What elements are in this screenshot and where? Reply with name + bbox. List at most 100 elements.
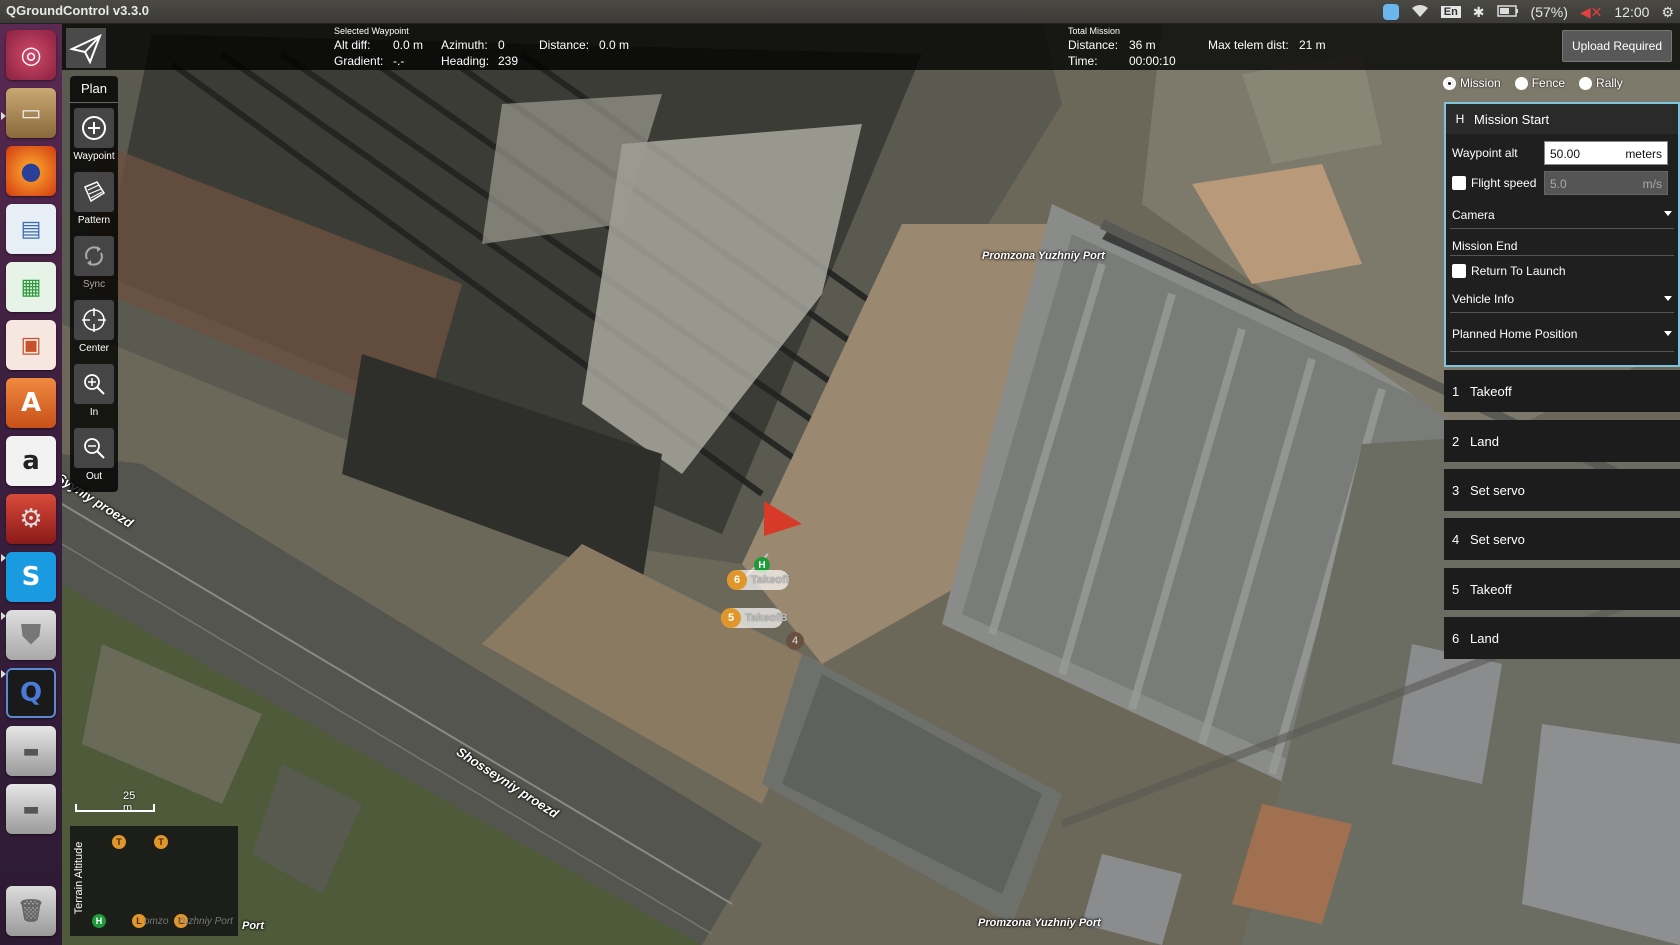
dropdown-arrow-icon <box>1664 211 1672 216</box>
writer-icon[interactable]: ▤ <box>6 204 56 254</box>
selected-waypoint-heading: Selected Waypoint <box>334 26 409 36</box>
terrain-home-marker[interactable]: H <box>92 914 106 928</box>
toolbar-title: Plan <box>70 76 118 103</box>
item-number: 6 <box>1452 631 1460 646</box>
return-to-launch-checkbox[interactable] <box>1452 264 1466 278</box>
plan-header: Selected Waypoint Alt diff: 0.0 m Gradie… <box>62 24 1680 70</box>
mission-end-section: Mission End <box>1450 229 1674 256</box>
flight-speed-checkbox[interactable] <box>1452 176 1466 190</box>
app-indicator-icon[interactable] <box>1382 4 1399 20</box>
terrain-takeoff-marker[interactable]: T <box>154 835 168 849</box>
terrain-takeoff-marker[interactable]: T <box>112 835 126 849</box>
mode-rally-radio[interactable]: Rally <box>1579 76 1623 90</box>
item-number: 1 <box>1452 384 1460 399</box>
impress-icon[interactable]: ▣ <box>6 320 56 370</box>
section-label: Camera <box>1452 208 1495 222</box>
item-number: 3 <box>1452 483 1460 498</box>
azimuth-value: 0 <box>498 38 505 52</box>
vehicle-info-section-toggle[interactable]: Vehicle Info <box>1450 286 1674 313</box>
mission-item[interactable]: 2 Land <box>1444 420 1680 462</box>
time-label: Time: <box>1068 54 1098 68</box>
max-telem-value: 21 m <box>1299 38 1326 52</box>
mode-fence-radio[interactable]: Fence <box>1514 76 1565 90</box>
upload-required-button[interactable]: Upload Required <box>1562 30 1672 62</box>
center-tool-button[interactable]: Center <box>70 296 118 358</box>
software-center-icon[interactable]: A <box>6 378 56 428</box>
keyboard-layout-indicator[interactable]: En <box>1440 6 1461 18</box>
satellite-map[interactable]: Promzona Yuzhniy Port Shosseyniy proezd … <box>62 24 1680 945</box>
settings-gear-icon[interactable]: ⚙ <box>1661 4 1674 21</box>
alt-diff-label: Alt diff: <box>334 38 371 52</box>
home-badge: H <box>1455 112 1465 126</box>
flight-speed-input[interactable]: 5.0 m/s <box>1544 171 1668 195</box>
sync-tool-button[interactable]: Sync <box>70 232 118 294</box>
mission-item[interactable]: 6 Land <box>1444 617 1680 659</box>
section-label: Mission End <box>1452 239 1518 253</box>
waypoint-alt-row: Waypoint alt 50.00 meters <box>1450 138 1674 168</box>
files-icon[interactable]: ▭ <box>6 88 56 138</box>
fly-view-button[interactable] <box>66 28 106 68</box>
battery-icon[interactable] <box>1496 4 1519 20</box>
trash-icon[interactable]: 🗑 <box>6 886 56 936</box>
tool-label: Sync <box>82 279 106 290</box>
wifi-icon[interactable] <box>1411 4 1429 21</box>
camera-section-toggle[interactable]: Camera <box>1450 198 1674 229</box>
mission-item[interactable]: 4 Set servo <box>1444 518 1680 560</box>
system-tray: En ✱ (57%) ◀✕ 12:00 ⚙ <box>1382 2 1674 22</box>
total-mission-heading: Total Mission <box>1068 26 1121 36</box>
item-command: Land <box>1470 631 1499 646</box>
waypoint-alt-input[interactable]: 50.00 meters <box>1544 141 1668 165</box>
waypoint-tool-button[interactable]: Waypoint <box>70 104 118 166</box>
drive-icon-2[interactable]: ▬ <box>6 784 56 834</box>
mission-start-header[interactable]: H Mission Start <box>1446 104 1678 134</box>
terrain-map-overlay-text: omzo Yuzhniy Port <box>144 916 233 927</box>
skype-icon[interactable]: S <box>6 552 56 602</box>
heading-value: 239 <box>498 54 519 68</box>
zoom-in-button[interactable]: In <box>70 360 118 422</box>
pattern-icon <box>74 172 114 212</box>
waypoint-alt-label: Waypoint alt <box>1452 146 1518 160</box>
zoom-out-icon <box>74 428 114 468</box>
mission-item[interactable]: 1 Takeoff <box>1444 370 1680 412</box>
firefox-icon[interactable]: ● <box>6 146 56 196</box>
tool-label: Out <box>85 471 103 482</box>
system-settings-icon[interactable]: ⚙ <box>6 494 56 544</box>
map-label: Promzona Yuzhniy Port <box>982 250 1105 262</box>
item-command: Set servo <box>1470 532 1525 547</box>
drive-icon[interactable]: ▬ <box>6 726 56 776</box>
tool-label: Waypoint <box>73 151 115 162</box>
plan-toolbar: Plan Waypoint Pattern Sync Center In Out <box>70 76 118 492</box>
app-launcher: ◎ ▭ ● ▤ ▦ ▣ A a ⚙ S ⛊ Q ▬ ▬ 🗑 <box>0 24 62 945</box>
waypoint-marker-5[interactable]: 5 TakeofB <box>721 608 788 628</box>
dropdown-arrow-icon <box>1664 296 1672 301</box>
system-top-bar: QGroundControl v3.3.0 En ✱ (57%) ◀✕ 12:0… <box>0 0 1680 24</box>
mission-start-title: Mission Start <box>1474 111 1550 127</box>
mission-item[interactable]: 5 Takeoff <box>1444 568 1680 610</box>
bluetooth-icon[interactable]: ✱ <box>1473 4 1485 21</box>
flight-speed-row: Flight speed 5.0 m/s <box>1450 168 1674 198</box>
clock[interactable]: 12:00 <box>1614 4 1649 20</box>
section-label: Vehicle Info <box>1452 292 1515 306</box>
zoom-out-button[interactable]: Out <box>70 424 118 486</box>
qgroundcontrol-icon[interactable]: Q <box>6 668 56 718</box>
planned-home-section-toggle[interactable]: Planned Home Position <box>1450 313 1674 352</box>
pattern-tool-button[interactable]: Pattern <box>70 168 118 230</box>
distance-value: 0.0 m <box>599 38 630 52</box>
waypoint-marker-6[interactable]: 6 Takeoff <box>727 570 789 590</box>
mode-mission-radio[interactable]: Mission <box>1443 76 1501 90</box>
shield-icon[interactable]: ⛊ <box>6 610 56 660</box>
radio-icon <box>1579 76 1593 90</box>
dash-ubuntu-icon[interactable]: ◎ <box>6 30 56 80</box>
return-to-launch-row: Return To Launch <box>1450 256 1674 286</box>
amazon-icon[interactable]: a <box>6 436 56 486</box>
distance-label: Distance: <box>539 38 590 52</box>
window-title: QGroundControl v3.3.0 <box>6 3 150 18</box>
waypoint-label: TakeofB <box>745 612 788 624</box>
mission-item[interactable]: 3 Set servo <box>1444 469 1680 511</box>
waypoint-marker-4[interactable]: 4 <box>786 632 804 650</box>
max-telem-label: Max telem dist: <box>1208 38 1289 52</box>
volume-muted-icon[interactable]: ◀✕ <box>1580 4 1603 21</box>
tool-label: Pattern <box>77 215 111 226</box>
calc-icon[interactable]: ▦ <box>6 262 56 312</box>
return-to-launch-label: Return To Launch <box>1471 264 1566 278</box>
